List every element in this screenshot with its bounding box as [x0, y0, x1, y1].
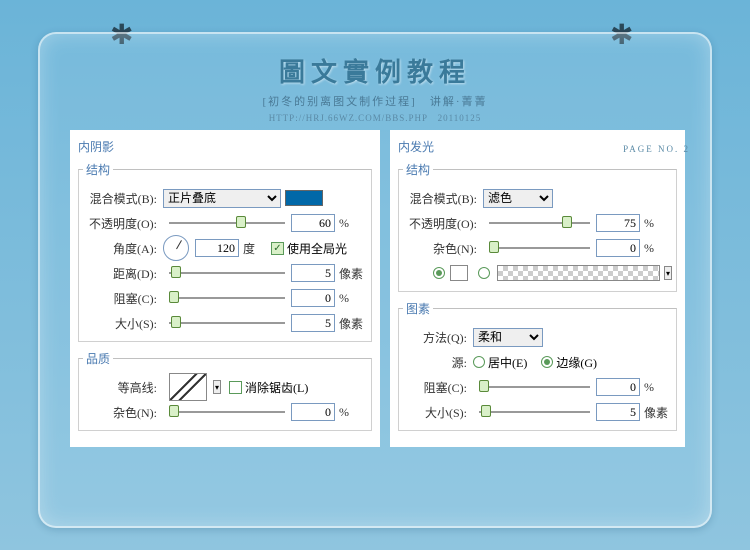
page-url: HTTP://HRJ.66WZ.COM/BBS.PHP 20110125 [40, 111, 710, 124]
opacity-input[interactable] [291, 214, 335, 232]
technique-label: 方法(Q): [403, 329, 473, 346]
choke-label: 阻塞(C): [83, 290, 163, 307]
technique-select[interactable]: 柔和 [473, 328, 543, 347]
color-radio[interactable] [433, 267, 445, 279]
glass-frame: 圖文實例教程 [初冬的别离图文制作过程] 讲解·菁菁 HTTP://HRJ.66… [38, 32, 712, 528]
noise-input[interactable] [596, 239, 640, 257]
gradient-dropdown-icon[interactable]: ▾ [664, 266, 672, 280]
angle-degree: 度 [243, 240, 271, 257]
elements-group: 图素 方法(Q): 柔和 源: 居中(E) 边缘(G) 阻塞(C): % [398, 300, 677, 431]
blend-mode-select[interactable]: 正片叠底 [163, 189, 281, 208]
noise-input[interactable] [291, 403, 335, 421]
page-subtitle: [初冬的别离图文制作过程] 讲解·菁菁 [40, 93, 710, 109]
page-number: PAGE NO. 2 [623, 144, 690, 154]
opacity-label: 不透明度(O): [83, 215, 163, 232]
source-label: 源: [403, 354, 473, 371]
contour-picker[interactable] [169, 373, 207, 401]
structure-legend: 结构 [83, 161, 113, 178]
quality-group: 品质 等高线: ▾ 消除锯齿(L) 杂色(N): % [78, 350, 372, 431]
shadow-color-swatch[interactable] [285, 190, 323, 206]
opacity-input[interactable] [596, 214, 640, 232]
antialias-checkbox[interactable] [229, 381, 242, 394]
choke-slider[interactable] [479, 380, 590, 394]
center-radio[interactable] [473, 356, 485, 368]
elements-legend: 图素 [403, 300, 433, 317]
size-label: 大小(S): [403, 404, 473, 421]
angle-dial[interactable] [163, 235, 189, 261]
inner-shadow-panel: 内阴影 结构 混合模式(B): 正片叠底 不透明度(O): % 角度(A): [70, 130, 380, 447]
distance-label: 距离(D): [83, 265, 163, 282]
global-light-checkbox[interactable]: ✓ [271, 242, 284, 255]
size-slider[interactable] [479, 405, 590, 419]
opacity-label: 不透明度(O): [403, 215, 483, 232]
glow-color-swatch[interactable] [450, 265, 468, 281]
contour-label: 等高线: [83, 379, 163, 396]
opacity-slider[interactable] [169, 216, 285, 230]
size-label: 大小(S): [83, 315, 163, 332]
contour-dropdown-icon[interactable]: ▾ [213, 380, 221, 394]
structure-group: 结构 混合模式(B): 滤色 不透明度(O): % 杂色(N): % [398, 161, 677, 292]
distance-input[interactable] [291, 264, 335, 282]
structure-group: 结构 混合模式(B): 正片叠底 不透明度(O): % 角度(A): 度 ✓ [78, 161, 372, 342]
distance-slider[interactable] [169, 266, 285, 280]
blend-mode-label: 混合模式(B): [403, 190, 483, 207]
choke-input[interactable] [596, 378, 640, 396]
noise-label: 杂色(N): [403, 240, 483, 257]
choke-slider[interactable] [169, 291, 285, 305]
panel-title: 内阴影 [72, 136, 378, 157]
noise-slider[interactable] [489, 241, 590, 255]
noise-label: 杂色(N): [83, 404, 163, 421]
page-title: 圖文實例教程 [40, 52, 710, 89]
structure-legend: 结构 [403, 161, 433, 178]
global-light-label: 使用全局光 [287, 240, 347, 257]
gradient-radio[interactable] [478, 267, 490, 279]
blend-mode-label: 混合模式(B): [83, 190, 163, 207]
noise-slider[interactable] [169, 405, 285, 419]
size-slider[interactable] [169, 316, 285, 330]
center-label: 居中(E) [488, 354, 527, 371]
choke-input[interactable] [291, 289, 335, 307]
angle-label: 角度(A): [83, 240, 163, 257]
edge-label: 边缘(G) [556, 354, 597, 371]
antialias-label: 消除锯齿(L) [245, 379, 308, 396]
inner-glow-panel: 内发光 结构 混合模式(B): 滤色 不透明度(O): % 杂色(N): % [390, 130, 685, 447]
gradient-picker[interactable] [497, 265, 660, 281]
angle-input[interactable] [195, 239, 239, 257]
choke-label: 阻塞(C): [403, 379, 473, 396]
size-input[interactable] [291, 314, 335, 332]
size-input[interactable] [596, 403, 640, 421]
opacity-slider[interactable] [489, 216, 590, 230]
edge-radio[interactable] [541, 356, 553, 368]
blend-mode-select[interactable]: 滤色 [483, 189, 553, 208]
quality-legend: 品质 [83, 350, 113, 367]
